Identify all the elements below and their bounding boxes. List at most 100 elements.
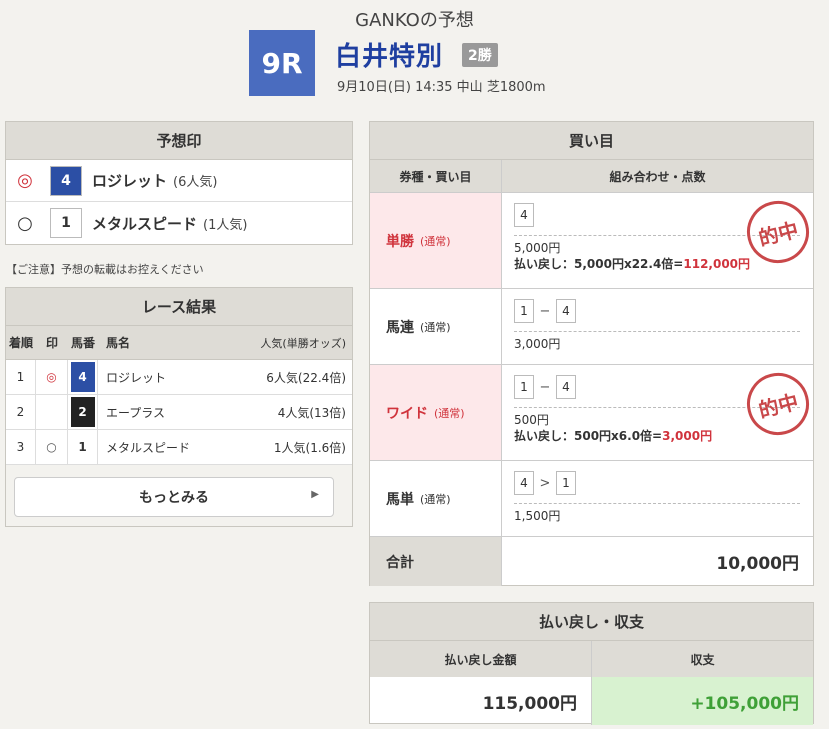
payout-line: 払い戻し：500円x6.0倍=3,000円 [514, 428, 801, 444]
payout-amount: 112,000円 [683, 257, 751, 271]
bet-type-label: ワイド [386, 405, 428, 422]
prediction-title: 予想印 [6, 122, 352, 160]
payout-title: 払い戻し・収支 [370, 603, 813, 641]
popularity-odds: 6人気(22.4倍) [266, 370, 346, 385]
prediction-panel: 予想印 ◎ 4 ロジレット (6人気) ○ 1 メタルスピード (1人気) [5, 121, 353, 245]
bet-detail: 1−4 3,000円 [502, 289, 813, 364]
payout-line: 払い戻し：5,000円x22.4倍=112,000円 [514, 256, 801, 272]
popularity-odds: 4人気(13倍) [277, 405, 346, 420]
bet-type: ワイド (通常) [370, 365, 502, 460]
bet-detail: 4 5,000円 払い戻し：5,000円x22.4倍=112,000円 的中 [502, 193, 816, 288]
chevron-right-icon: ▶ [311, 489, 319, 500]
payout-table-header: 払い戻し金額 収支 [370, 641, 813, 677]
horse-number: 4 [70, 362, 95, 392]
bet-detail: 1−4 500円 払い戻し：500円x6.0倍=3,000円 的中 [502, 365, 816, 460]
table-row: 1 ◎ 4 ロジレット 6人気(22.4倍) [6, 360, 352, 395]
combo-horse-number: 4 [556, 375, 576, 399]
combo-horse-number: 4 [556, 299, 576, 323]
header-mark: 印 [45, 336, 58, 350]
horse-number: 1 [70, 432, 95, 462]
payout-formula: 払い戻し：500円x6.0倍= [514, 429, 663, 443]
prediction-row: ○ 1 メタルスピード (1人気) [6, 202, 352, 244]
horse-number: 4 [50, 165, 82, 196]
bet-row: ワイド (通常) 1−4 500円 払い戻し：500円x6.0倍=3,000円 的中 [370, 365, 816, 461]
bet-row: 馬連 (通常) 1−4 3,000円 [370, 289, 813, 365]
total-row: 合計 10,000円 [370, 537, 813, 586]
horse-number: 1 [50, 208, 82, 238]
bet-row: 馬単 (通常) 4 >1 1,500円 [370, 461, 813, 537]
combo-separator: > [539, 475, 551, 491]
divider [514, 503, 800, 504]
bet-type-sub: (通常) [420, 320, 451, 334]
prediction-mark: ○ [17, 212, 33, 234]
horse-popularity: (1人気) [203, 217, 248, 233]
total-value: 10,000円 [716, 554, 799, 574]
bet-type-label: 馬単 [386, 491, 414, 508]
bet-row: 単勝 (通常) 4 5,000円 払い戻し：5,000円x22.4倍=112,000円的… [370, 193, 816, 289]
header-name: 馬名 [106, 336, 131, 350]
combo-separator: − [539, 303, 551, 319]
combo: 1−4 [514, 299, 801, 323]
bets-title: 買い目 [370, 122, 813, 160]
combo-separator: − [539, 379, 551, 395]
payout-values: 115,000円 +105,000円 [370, 677, 813, 725]
bet-type-sub: (通常) [420, 492, 451, 506]
bet-type: 単勝 (通常) [370, 193, 502, 288]
prediction-mark: ◎ [36, 360, 68, 394]
prediction-mark [36, 395, 68, 429]
result-title: レース結果 [6, 288, 352, 326]
bet-detail: 4 >1 1,500円 [502, 461, 813, 536]
popularity-odds: 1人気(1.6倍) [273, 440, 346, 455]
page-title: GANKOの予想 [355, 10, 474, 31]
header-num: 馬番 [70, 336, 95, 350]
bet-type-label: 単勝 [386, 233, 414, 250]
bet-type-sub: (通常) [434, 406, 465, 420]
bet-type-sub: (通常) [420, 234, 451, 248]
finish-position: 1 [6, 360, 36, 394]
see-more-label: もっとみる [139, 490, 209, 506]
horse-name[interactable]: メタルスピード [92, 213, 197, 234]
prediction-mark: ◎ [17, 170, 33, 191]
combo-horse-number: 1 [556, 471, 576, 495]
header-pop: 人気(単勝オッズ) [260, 336, 346, 350]
prediction-row: ◎ 4 ロジレット (6人気) [6, 160, 352, 202]
horse-name[interactable]: メタルスピード [98, 439, 242, 456]
combo-horse-number: 1 [514, 375, 534, 399]
race-number-badge: 9R [249, 30, 315, 96]
horse-name[interactable]: ロジレット [92, 170, 167, 191]
finish-position: 2 [6, 395, 36, 429]
reprint-notice: 【ご注意】予想の転載はお控えください [6, 263, 204, 276]
race-name[interactable]: 白井特別 [335, 36, 443, 73]
return-value: 115,000円 [370, 677, 592, 725]
bet-amount: 1,500円 [514, 509, 561, 523]
payout-formula: 払い戻し：5,000円x22.4倍= [514, 257, 684, 271]
bet-amount: 3,000円 [514, 337, 561, 351]
bets-table-header: 券種・買い目 組み合わせ・点数 [370, 160, 813, 193]
finish-position: 3 [6, 430, 36, 464]
header-pos: 着順 [8, 336, 33, 350]
grade-badge: 2勝 [462, 43, 498, 67]
bets-panel: 買い目 券種・買い目 組み合わせ・点数 単勝 (通常) 4 5,000円 払い戻し：5,… [369, 121, 816, 586]
divider [514, 331, 800, 332]
combo-horse-number: 4 [514, 471, 534, 495]
result-table-header: 着順 印 馬番 馬名 人気(単勝オッズ) [6, 326, 352, 360]
horse-name[interactable]: ロジレット [98, 369, 242, 386]
table-row: 2 2 エープラス 4人気(13倍) [6, 395, 352, 430]
profit-label: 収支 [690, 652, 715, 667]
combo-horse-number: 1 [514, 299, 534, 323]
prediction-mark: ○ [36, 430, 68, 464]
total-label: 合計 [370, 537, 502, 586]
table-row: 3 ○ 1 メタルスピード 1人気(1.6倍) [6, 430, 352, 465]
horse-number: 2 [70, 397, 95, 427]
header-bet-type: 券種・買い目 [370, 160, 502, 192]
bet-type: 馬連 (通常) [370, 289, 502, 364]
see-more-button[interactable]: もっとみる ▶ [14, 477, 334, 517]
payout-panel: 払い戻し・収支 払い戻し金額 収支 115,000円 +105,000円 [369, 602, 814, 725]
return-label: 払い戻し金額 [370, 641, 592, 677]
combo-horse-number: 4 [514, 203, 534, 227]
combo: 4 >1 [514, 471, 801, 495]
bet-type: 馬単 (通常) [370, 461, 502, 536]
payout-amount: 3,000円 [662, 429, 713, 443]
horse-name[interactable]: エープラス [98, 404, 242, 421]
profit-value: +105,000円 [592, 677, 813, 725]
